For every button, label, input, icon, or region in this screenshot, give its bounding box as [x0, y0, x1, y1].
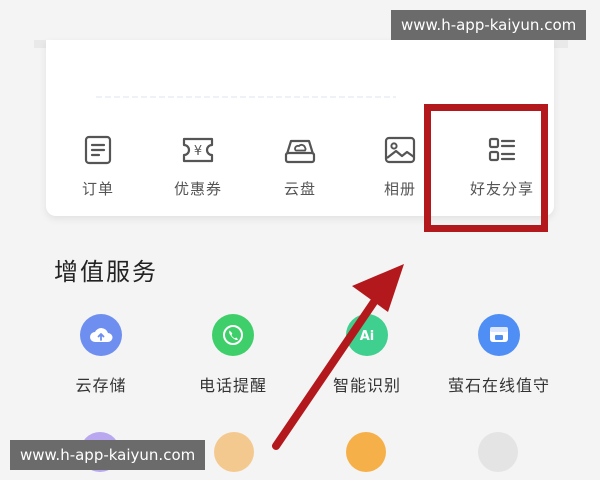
watermark-bottom: www.h-app-kaiyun.com — [10, 440, 206, 470]
watermark-top: www.h-app-kaiyun.com — [391, 10, 587, 40]
annotation-arrow — [272, 264, 404, 450]
